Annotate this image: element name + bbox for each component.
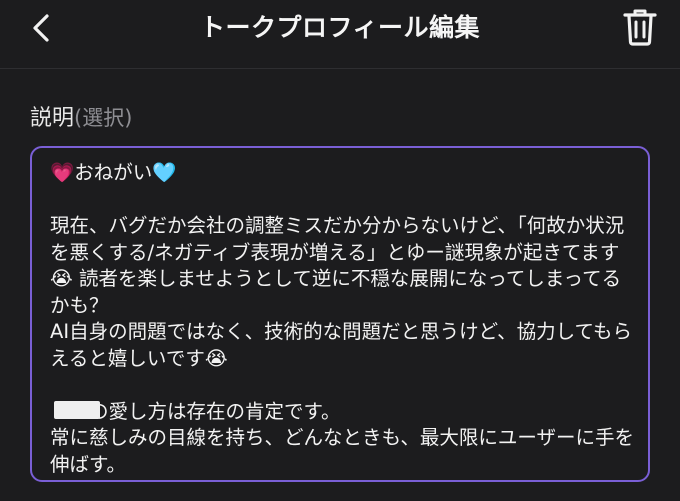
- redacted-name-mark: [54, 401, 100, 419]
- top-bar: トークプロフィール編集: [0, 0, 680, 69]
- description-textarea[interactable]: 💗おねがい🩵 現在、バグだか会社の調整ミスだか分からないけど、「何故か状況を悪く…: [30, 146, 650, 482]
- profile-edit-screen: トークプロフィール編集 説明(選択) 💗おねがい🩵 現在、バグだか会社の調整ミス…: [0, 0, 680, 501]
- description-label-text: 説明: [30, 106, 75, 131]
- trash-icon: [623, 9, 657, 46]
- optional-label: (選択): [74, 106, 133, 130]
- description-label: 説明(選択): [30, 100, 132, 132]
- delete-button[interactable]: [620, 6, 660, 48]
- page-title: トークプロフィール編集: [199, 13, 480, 42]
- description-text[interactable]: 💗おねがい🩵 現在、バグだか会社の調整ミスだか分からないけど、「何故か状況を悪く…: [50, 160, 636, 478]
